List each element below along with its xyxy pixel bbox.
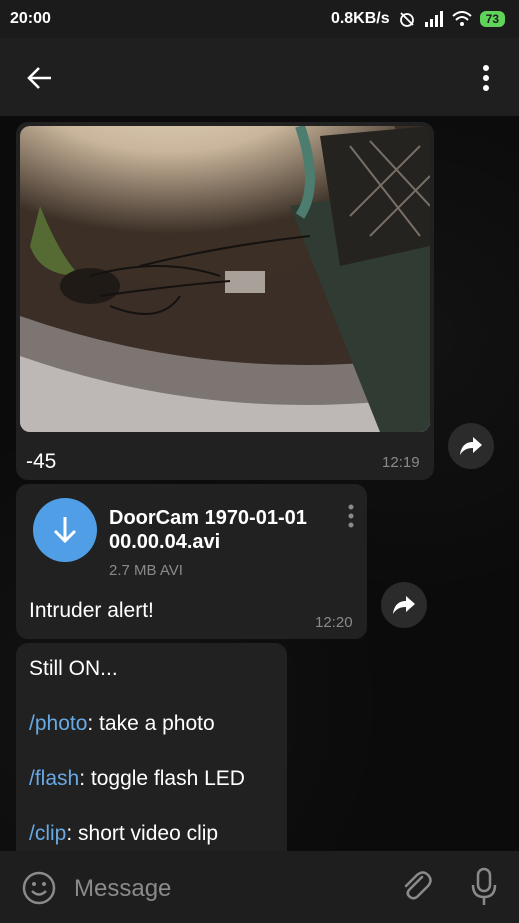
photo-caption: -45: [26, 450, 57, 473]
file-caption: Intruder alert!: [29, 599, 154, 622]
file-name: DoorCam 1970-01-01 00.00.04.avi: [109, 507, 307, 553]
more-vertical-icon: [483, 65, 489, 91]
message-time: 12:20: [315, 614, 353, 631]
command-item: /photo: take a photo: [29, 710, 274, 737]
command-item: /clip: short video clip: [29, 820, 274, 847]
forward-button[interactable]: [381, 582, 427, 628]
forward-button[interactable]: [448, 423, 494, 469]
photo-message[interactable]: -45 12:19: [16, 122, 434, 480]
text-message[interactable]: Still ON... /photo: take a photo /flash:…: [16, 643, 287, 851]
command-description: : toggle flash LED: [79, 767, 245, 790]
file-message[interactable]: DoorCam 1970-01-01 00.00.04.avi 2.7 MB A…: [16, 484, 367, 639]
download-button[interactable]: [33, 498, 97, 562]
more-options-button[interactable]: [471, 58, 501, 98]
download-arrow-icon: [53, 517, 77, 544]
status-bar: 20:00 0.8KB/s 73: [0, 0, 519, 38]
battery-icon: 73: [479, 11, 505, 27]
wifi-icon: [451, 11, 472, 26]
message-list[interactable]: -45 12:19 DoorCam 1970-01-01 00.00.04.av…: [0, 116, 519, 851]
photo-image: [20, 126, 430, 432]
back-button[interactable]: [20, 58, 60, 98]
message-time: 12:19: [382, 454, 420, 471]
command-description: : take a photo: [87, 712, 215, 735]
doorcam-photo[interactable]: [20, 126, 430, 432]
file-menu-icon[interactable]: [345, 504, 357, 528]
status-line: Still ON...: [29, 657, 118, 680]
back-arrow-icon: [27, 67, 51, 89]
command-item: /flash: toggle flash LED: [29, 765, 274, 792]
command-link[interactable]: /clip: [29, 822, 66, 845]
command-description: : short video clip: [66, 822, 219, 845]
command-link[interactable]: /flash: [29, 767, 79, 790]
signal-icon: [424, 11, 443, 27]
message-composer: [0, 851, 519, 923]
microphone-icon[interactable]: [468, 867, 500, 907]
status-indicators: 0.8KB/s 73: [331, 10, 505, 28]
paperclip-icon[interactable]: [398, 869, 434, 905]
chat-header: [0, 38, 519, 116]
forward-icon: [393, 596, 415, 614]
message-input[interactable]: [72, 871, 376, 907]
forward-icon: [460, 437, 482, 455]
status-time: 20:00: [10, 10, 51, 27]
command-link[interactable]: /photo: [29, 712, 87, 735]
network-speed: 0.8KB/s: [330, 10, 390, 27]
emoji-icon[interactable]: [22, 871, 56, 905]
alarm-off-icon: [399, 12, 414, 27]
file-size: 2.7 MB AVI: [109, 562, 183, 579]
